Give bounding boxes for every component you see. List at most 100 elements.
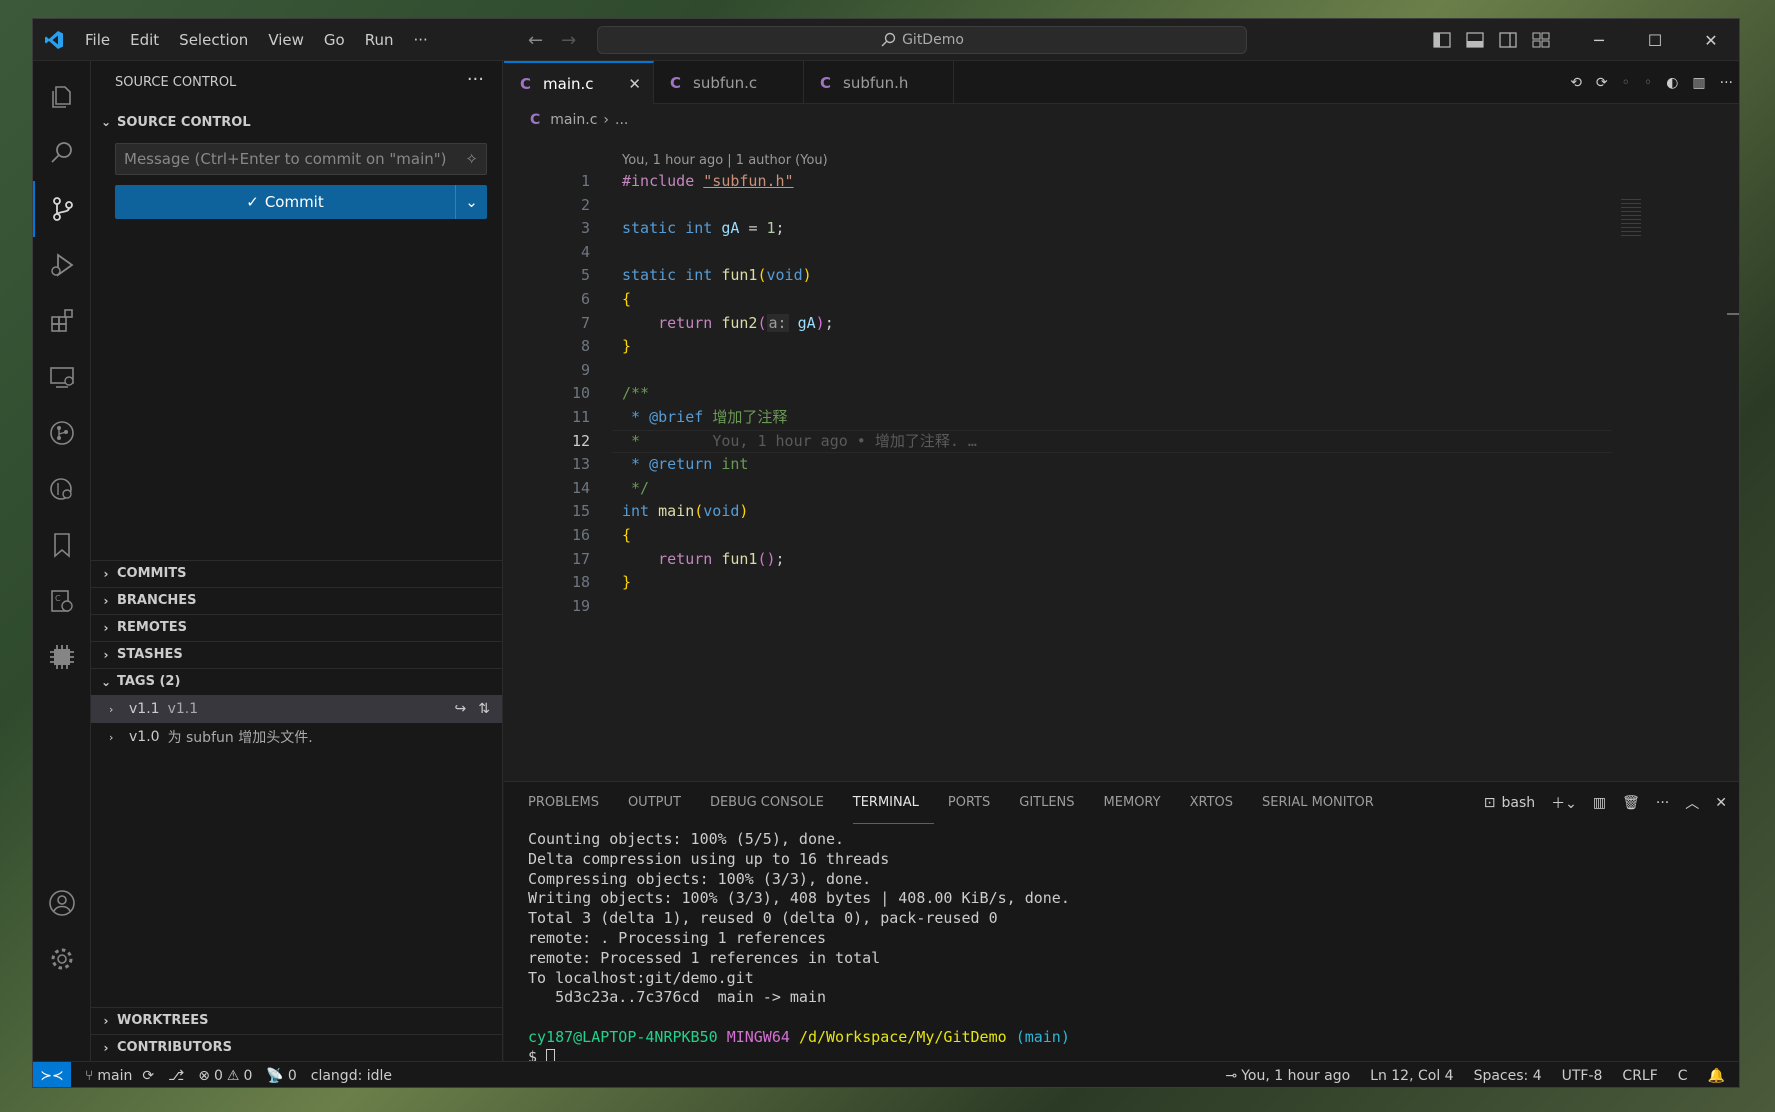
remote-explorer-icon[interactable]	[33, 349, 91, 405]
commit-dropdown-icon[interactable]: ⌄	[455, 185, 487, 219]
minimap[interactable]	[1621, 199, 1641, 239]
manage-gear-icon[interactable]	[33, 931, 91, 987]
language-mode[interactable]: C	[1678, 1068, 1688, 1084]
section-stashes[interactable]: › STASHES	[91, 641, 502, 667]
problems-indicator[interactable]: ⊗ 0 ⚠ 0	[198, 1068, 252, 1084]
settings-sync-icon[interactable]: C	[33, 573, 91, 629]
tag-item[interactable]: › v1.0 为 subfun 增加头文件.	[91, 723, 502, 751]
section-contributors[interactable]: › CONTRIBUTORS	[91, 1034, 502, 1060]
menu-more[interactable]: ···	[404, 19, 438, 61]
run-debug-icon[interactable]	[33, 237, 91, 293]
scrollbar-marker[interactable]	[1727, 313, 1739, 315]
section-tags[interactable]: ⌄ TAGS (2)	[91, 668, 502, 694]
commit-button[interactable]: ✓ Commit ⌄	[115, 185, 487, 219]
sync-icon[interactable]: ⟳	[142, 1068, 154, 1084]
toggle-panel-icon[interactable]	[1458, 32, 1491, 48]
tab-output[interactable]: OUTPUT	[628, 782, 696, 824]
generate-commit-message-icon[interactable]: ✧	[465, 150, 478, 168]
maximize-panel-icon[interactable]: ︿	[1685, 793, 1699, 813]
forward-arrow-icon[interactable]: →	[561, 30, 576, 51]
indentation[interactable]: Spaces: 4	[1474, 1068, 1542, 1084]
command-center-search[interactable]: GitDemo	[597, 26, 1247, 54]
section-commits[interactable]: › COMMITS	[91, 560, 502, 586]
menu-file[interactable]: File	[75, 19, 120, 61]
source-control-section-header[interactable]: ⌄ SOURCE CONTROL	[91, 109, 502, 135]
section-label: WORKTREES	[117, 1013, 209, 1028]
close-window-icon[interactable]: ✕	[1683, 31, 1739, 50]
open-changes-icon[interactable]: ⟳	[1596, 75, 1608, 91]
commit-label: Commit	[264, 193, 324, 211]
explorer-icon[interactable]	[33, 69, 91, 125]
tab-gitlens[interactable]: GITLENS	[1019, 782, 1089, 824]
customize-layout-icon[interactable]	[1524, 32, 1557, 48]
end-of-line[interactable]: CRLF	[1622, 1068, 1657, 1084]
tab-serial-monitor[interactable]: SERIAL MONITOR	[1262, 782, 1389, 824]
minimize-icon[interactable]: ─	[1571, 31, 1627, 50]
clangd-status[interactable]: clangd: idle	[311, 1068, 392, 1084]
editor-more-actions-icon[interactable]: ···	[1720, 75, 1733, 91]
code-line: 17 return fun1();	[504, 548, 1739, 572]
token: gA	[721, 219, 740, 238]
branch-indicator[interactable]: ⑂ main ⟳	[85, 1068, 154, 1084]
remote-indicator-icon[interactable]: ≻≺	[33, 1061, 71, 1087]
commit-message-input[interactable]: Message (Ctrl+Enter to commit on "main")…	[115, 143, 487, 175]
next-revision-icon[interactable]: ◦	[1644, 75, 1652, 91]
breadcrumb-file[interactable]: main.c	[550, 112, 597, 128]
close-panel-icon[interactable]: ✕	[1715, 795, 1727, 811]
search-view-icon[interactable]	[33, 125, 91, 181]
menu-go[interactable]: Go	[314, 19, 355, 61]
gitlens-inspect-icon[interactable]	[33, 461, 91, 517]
tag-item[interactable]: › v1.1 v1.1 ↪ ⇅	[91, 695, 502, 723]
chip-icon[interactable]	[33, 629, 91, 685]
menu-edit[interactable]: Edit	[120, 19, 169, 61]
switch-to-tag-icon[interactable]: ↪	[455, 701, 467, 717]
previous-revision-icon[interactable]: ◦	[1622, 75, 1630, 91]
tab-main-c[interactable]: C main.c ✕	[504, 61, 654, 104]
tab-debug-console[interactable]: DEBUG CONSOLE	[710, 782, 839, 824]
gitlens-icon[interactable]	[33, 405, 91, 461]
split-editor-icon[interactable]: ▥	[1692, 75, 1705, 91]
tab-ports[interactable]: PORTS	[948, 782, 1005, 824]
terminal-output[interactable]: Counting objects: 100% (5/5), done. Delt…	[528, 830, 1070, 1068]
section-branches[interactable]: › BRANCHES	[91, 587, 502, 613]
inline-blame[interactable]: You, 1 hour ago • 增加了注释. …	[712, 432, 977, 450]
source-control-icon[interactable]	[33, 181, 91, 237]
toggle-primary-sidebar-icon[interactable]	[1425, 32, 1458, 48]
back-arrow-icon[interactable]: ←	[528, 30, 543, 51]
compare-tag-icon[interactable]: ⇅	[478, 701, 490, 717]
toggle-secondary-sidebar-icon[interactable]	[1491, 32, 1524, 48]
terminal-profile-selector[interactable]: ⊡ bash	[1484, 795, 1535, 811]
kill-terminal-icon[interactable]: 🗑	[1622, 795, 1640, 811]
ports-indicator[interactable]: 📡 0	[266, 1068, 296, 1084]
cursor-position[interactable]: Ln 12, Col 4	[1370, 1068, 1453, 1084]
blame-status[interactable]: ⊸ You, 1 hour ago	[1225, 1068, 1350, 1084]
menu-selection[interactable]: Selection	[169, 19, 258, 61]
tab-terminal[interactable]: TERMINAL	[852, 782, 934, 824]
bookmark-icon[interactable]	[33, 517, 91, 573]
sidebar-more-actions-icon[interactable]: ···	[467, 69, 484, 90]
tab-xrtos[interactable]: XRTOS	[1190, 782, 1248, 824]
codelens-authorship[interactable]: You, 1 hour ago | 1 author (You)	[622, 153, 828, 168]
close-tab-icon[interactable]: ✕	[628, 75, 641, 93]
account-icon[interactable]	[33, 875, 91, 931]
section-worktrees[interactable]: › WORKTREES	[91, 1007, 502, 1033]
extensions-icon[interactable]	[33, 293, 91, 349]
tab-memory[interactable]: MEMORY	[1104, 782, 1176, 824]
section-remotes[interactable]: › REMOTES	[91, 614, 502, 640]
split-terminal-icon[interactable]: ▥	[1593, 795, 1606, 811]
new-terminal-icon[interactable]: ＋⌄	[1551, 793, 1577, 813]
maximize-icon[interactable]: ☐	[1627, 31, 1683, 50]
tab-subfun-c[interactable]: C subfun.c	[654, 61, 804, 104]
terminal-line: Counting objects: 100% (5/5), done.	[528, 830, 845, 848]
panel-more-icon[interactable]: ···	[1656, 795, 1669, 811]
encoding[interactable]: UTF-8	[1562, 1068, 1603, 1084]
file-history-icon[interactable]: ⟲	[1570, 75, 1582, 91]
gitlens-graph-icon[interactable]: ⎇	[168, 1068, 184, 1084]
tab-problems[interactable]: PROBLEMS	[528, 782, 614, 824]
notifications-bell-icon[interactable]: 🔔	[1708, 1068, 1725, 1084]
toggle-blame-icon[interactable]: ◐	[1666, 75, 1678, 91]
menu-run[interactable]: Run	[355, 19, 404, 61]
tab-subfun-h[interactable]: C subfun.h	[804, 61, 954, 104]
menu-view[interactable]: View	[258, 19, 314, 61]
breadcrumb-symbol[interactable]: ...	[615, 112, 628, 128]
